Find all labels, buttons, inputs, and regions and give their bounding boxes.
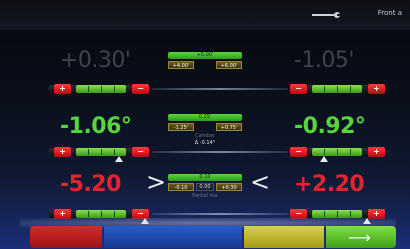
camber-row: -1.06° 0.25' -1.25' +0.75' Camber Δ -0.1…: [0, 108, 410, 164]
right-caster-minus-button[interactable]: −: [290, 84, 307, 94]
toe-row: -5.20 > 0.10 -0.10 0.00 +0.30 Partial to…: [0, 168, 410, 224]
right-caster-slider[interactable]: − +: [290, 84, 386, 94]
left-caster-minus-button[interactable]: −: [132, 84, 149, 94]
right-camber-minus-button[interactable]: −: [290, 147, 307, 157]
toe-min: -0.10: [168, 183, 194, 191]
next-button[interactable]: ⟶: [326, 226, 396, 248]
right-camber-value: -0.92°: [294, 114, 366, 139]
left-caster-slider[interactable]: + −: [48, 84, 150, 94]
left-caster-range: [76, 85, 126, 93]
chevron-left-icon: <: [250, 168, 271, 196]
left-camber-range: [76, 148, 126, 156]
right-toe-range: [312, 210, 362, 218]
right-caster-value: -1.05': [294, 48, 354, 73]
left-caster-value: +0.30': [60, 48, 131, 73]
nav-blue-button[interactable]: [104, 226, 299, 248]
toe-center-line: [152, 213, 288, 215]
wrench-icon[interactable]: [312, 12, 342, 18]
arrow-right-icon: ⟶: [348, 228, 371, 247]
right-caster-range: [312, 85, 362, 93]
right-camber-plus-button[interactable]: +: [368, 147, 385, 157]
status-right-text: Front a: [377, 9, 402, 17]
right-caster-plus-button[interactable]: +: [368, 84, 385, 94]
camber-cross-value: Δ -0.14°: [194, 140, 216, 146]
chevron-right-icon: >: [146, 168, 167, 196]
camber-target: 0.25': [168, 114, 242, 121]
left-toe-value: -5.20: [60, 172, 121, 197]
caster-target: +5.00': [168, 52, 242, 59]
camber-label: Camber: [195, 133, 215, 139]
toe-target: 0.10: [168, 174, 242, 181]
left-camber-slider[interactable]: + −: [48, 147, 150, 162]
left-camber-value: -1.06°: [60, 114, 132, 139]
left-caster-plus-button[interactable]: +: [54, 84, 71, 94]
right-toe-slider[interactable]: − +: [290, 209, 386, 224]
alignment-screen: Front a +0.30' +5.00' +4.00' +6.00' -1.0…: [0, 0, 410, 249]
caster-max: +6.00': [216, 61, 242, 69]
right-camber-slider[interactable]: − +: [290, 147, 386, 162]
camber-center-line: [152, 151, 288, 153]
bottom-nav: ⟶: [30, 226, 396, 248]
toe-readout: 0.10 -0.10 0.00 +0.30 Partial toe: [168, 174, 242, 199]
camber-readout: 0.25' -1.25' +0.75' Camber Δ -0.14°: [168, 114, 242, 146]
right-camber-range: [312, 148, 362, 156]
left-camber-minus-button[interactable]: −: [132, 147, 149, 157]
toe-label: Partial toe: [192, 193, 218, 199]
right-toe-value: +2.20: [294, 172, 365, 197]
nav-red-button[interactable]: [30, 226, 102, 248]
top-status-bar: Front a: [0, 0, 410, 30]
left-camber-marker: [115, 156, 124, 162]
toe-max: +0.30: [216, 183, 242, 191]
camber-max: +0.75': [216, 123, 242, 131]
left-toe-range: [76, 210, 126, 218]
caster-row: +0.30' +5.00' +4.00' +6.00' -1.05' + − −…: [0, 44, 410, 102]
left-camber-plus-button[interactable]: +: [54, 147, 71, 157]
toe-mid: 0.00: [196, 183, 214, 191]
caster-center-line: [152, 88, 288, 90]
right-camber-marker: [319, 156, 328, 162]
left-toe-slider[interactable]: + −: [48, 209, 150, 224]
caster-min: +4.00': [168, 61, 194, 69]
caster-readout: +5.00' +4.00' +6.00': [168, 52, 242, 71]
camber-min: -1.25': [168, 123, 194, 131]
nav-yellow-button[interactable]: [244, 226, 324, 248]
